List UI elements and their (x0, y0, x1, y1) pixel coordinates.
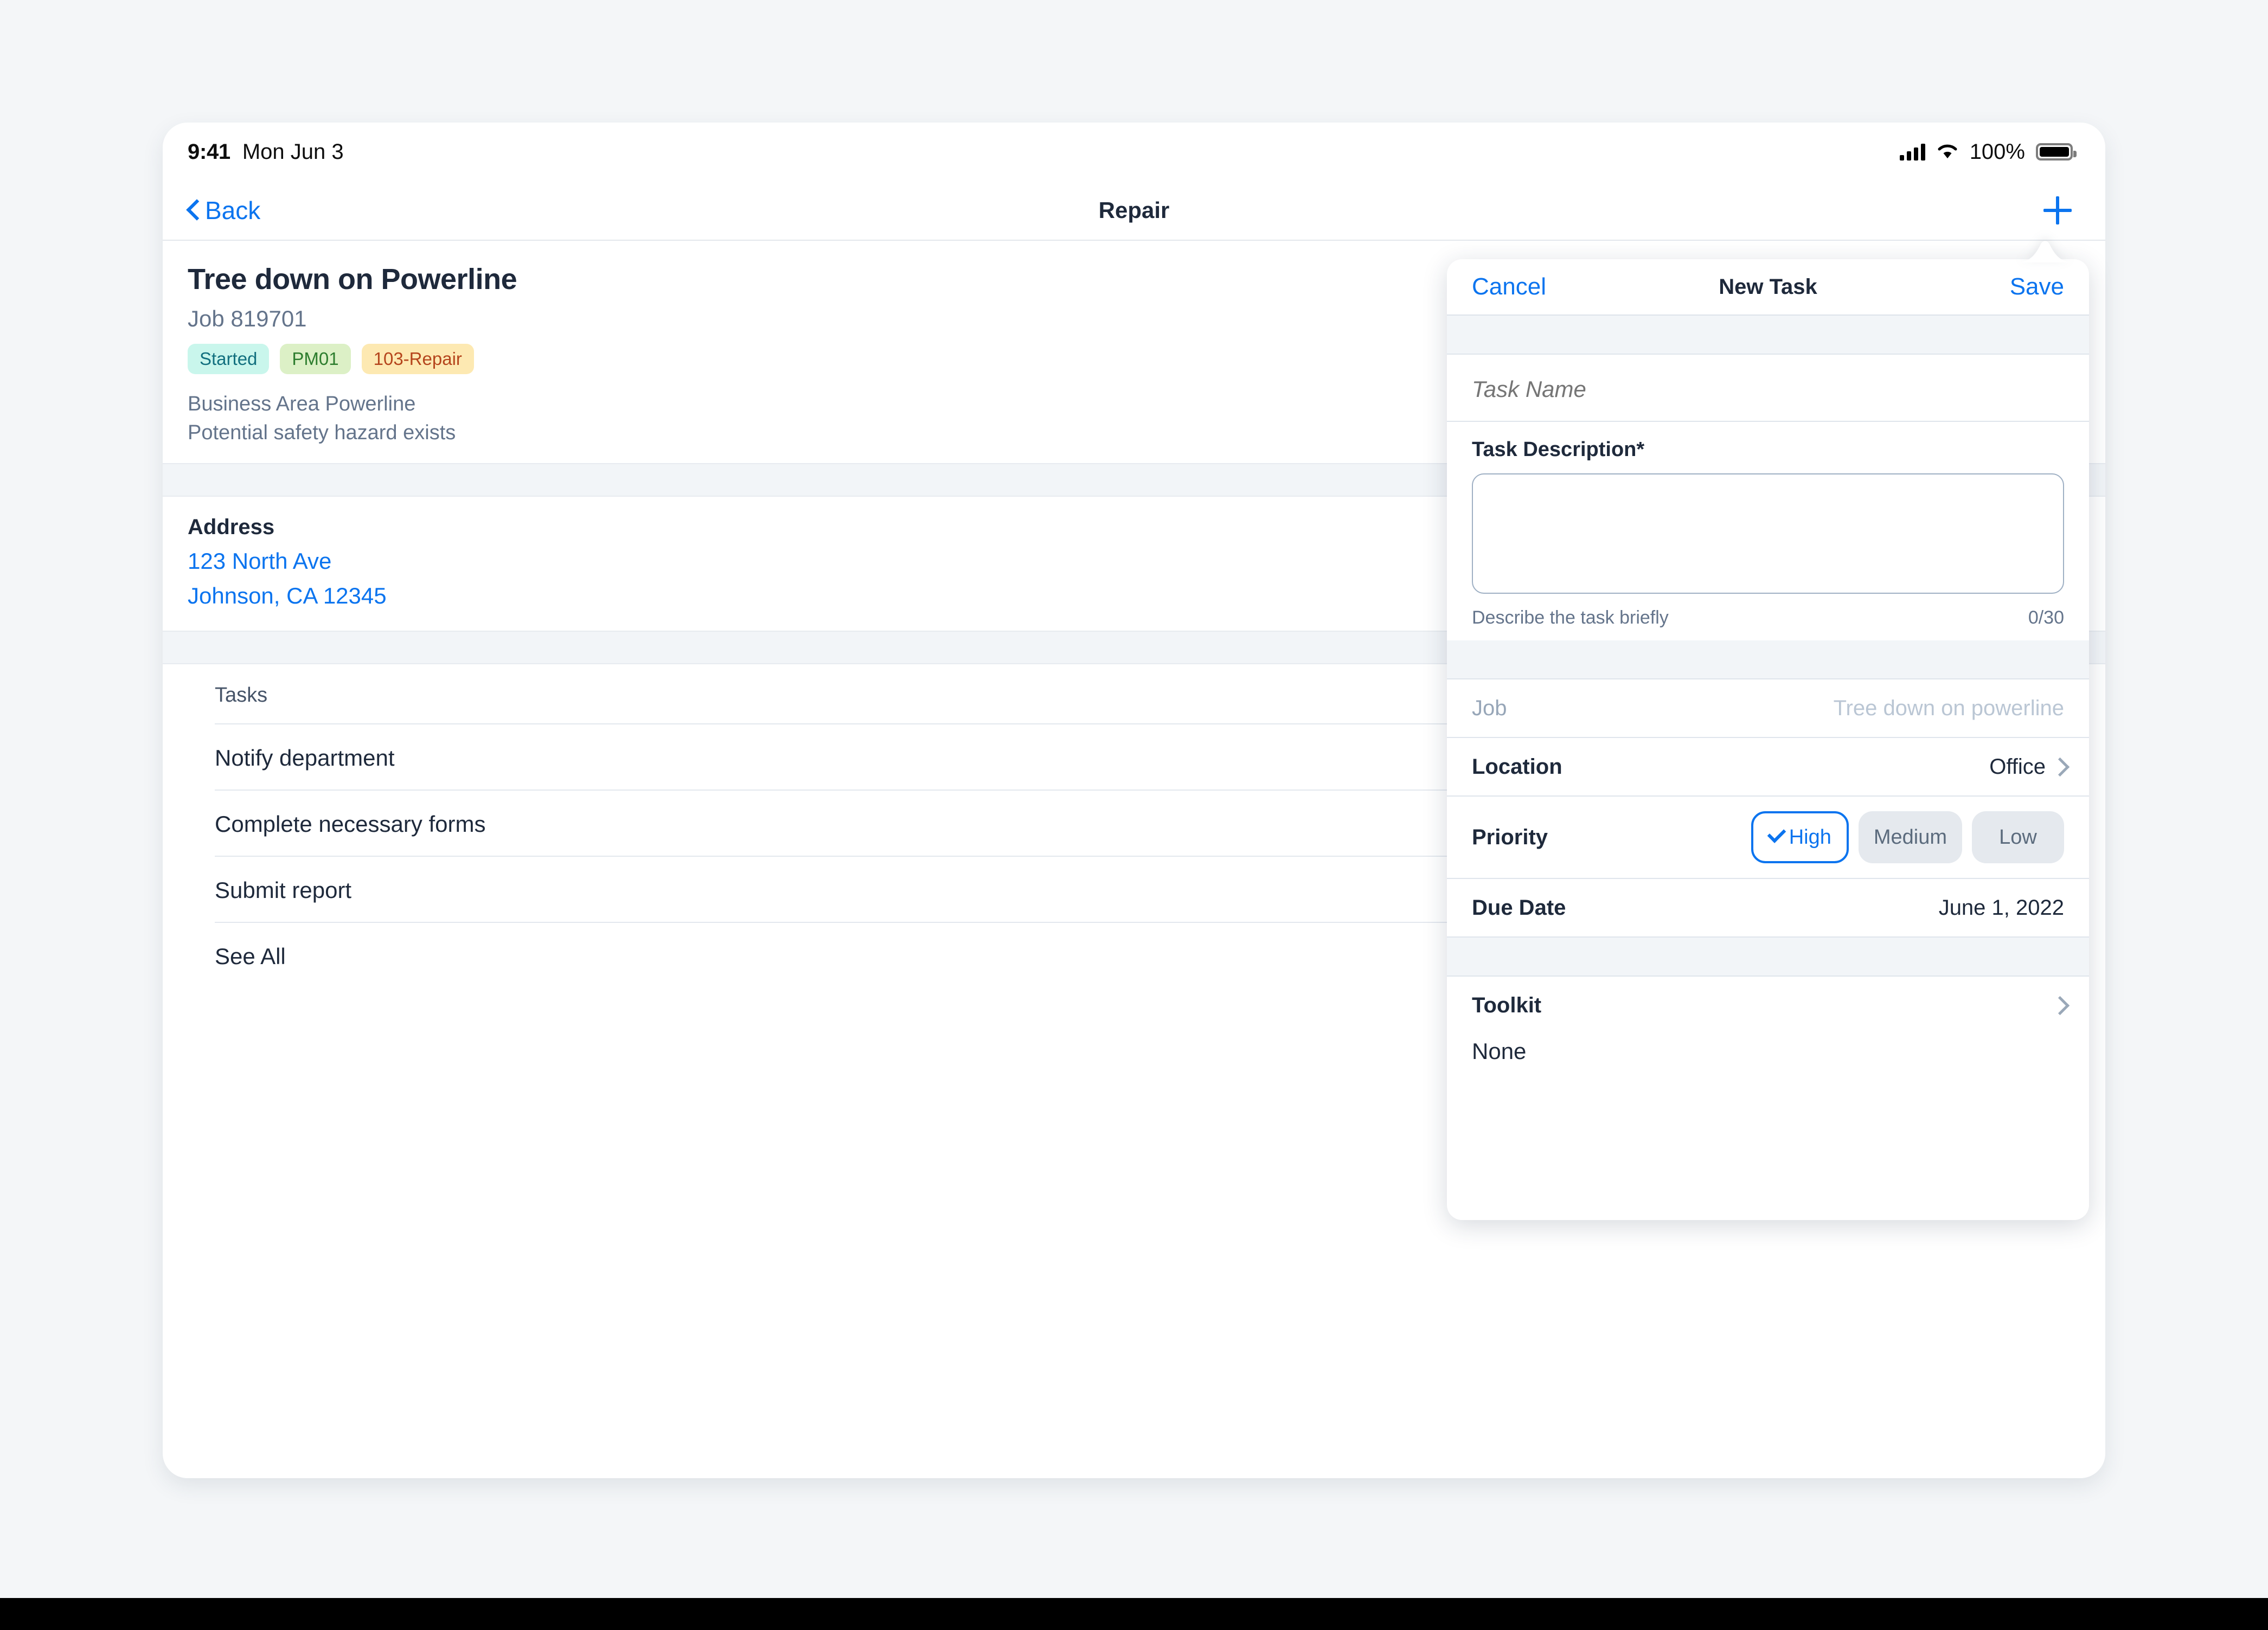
back-button-label: Back (205, 196, 261, 224)
status-date: Mon Jun 3 (242, 139, 344, 164)
task-name-input[interactable] (1472, 376, 2064, 402)
bottom-black-bar (0, 1598, 2268, 1630)
toolkit-row[interactable]: Toolkit (1472, 977, 2064, 1034)
job-row-label: Job (1472, 696, 1507, 720)
toolkit-block: Toolkit None (1447, 977, 2089, 1064)
type-badge: PM01 (280, 344, 351, 374)
priority-label: Priority (1472, 825, 1548, 849)
chevron-right-icon (2054, 997, 2064, 1014)
priority-option-medium[interactable]: Medium (1858, 811, 1962, 863)
priority-option-medium-label: Medium (1873, 825, 1947, 849)
task-description-label: Task Description* (1472, 438, 1645, 461)
description-hint: Describe the task briefly (1472, 607, 1669, 628)
toolkit-value: None (1472, 1038, 1527, 1064)
battery-full-icon (2036, 143, 2077, 161)
popover-divider-3 (1447, 938, 2089, 977)
status-bar-left: 9:41 Mon Jun 3 (188, 140, 344, 164)
popover-divider-1 (1447, 316, 2089, 355)
priority-option-low[interactable]: Low (1972, 811, 2064, 863)
due-date-value: June 1, 2022 (1938, 895, 2064, 920)
check-icon (1769, 833, 1784, 842)
plus-icon[interactable] (2042, 195, 2073, 226)
popover-divider-2 (1447, 640, 2089, 679)
priority-option-high[interactable]: High (1751, 811, 1849, 863)
page-title: Repair (1098, 197, 1170, 223)
task-description-input[interactable] (1472, 473, 2064, 594)
location-row-value: Office (1989, 754, 2046, 779)
back-button[interactable]: Back (188, 196, 260, 225)
due-date-label: Due Date (1472, 895, 1566, 920)
job-row-value: Tree down on powerline (1833, 696, 2064, 720)
battery-percent: 100% (1969, 139, 2025, 164)
task-description-block: Task Description* Describe the task brie… (1447, 422, 2089, 640)
chevron-right-icon (2054, 758, 2064, 775)
new-task-popover: Cancel New Task Save Task Description* D… (1447, 259, 2089, 1220)
cellular-signal-icon (1899, 143, 1925, 161)
due-date-row[interactable]: Due Date June 1, 2022 (1447, 879, 2089, 938)
cancel-button[interactable]: Cancel (1472, 273, 1546, 300)
chevron-left-icon (188, 201, 198, 220)
location-row-right: Office (1989, 755, 2064, 779)
status-bar: 9:41 Mon Jun 3 100% (163, 123, 2105, 181)
priority-option-high-label: High (1789, 825, 1831, 849)
status-badge: Started (188, 344, 270, 374)
wifi-icon (1936, 142, 1959, 162)
navigation-bar: Back Repair (163, 181, 2105, 241)
priority-segmented-control: High Medium Low (1751, 811, 2064, 863)
task-name-row (1447, 355, 2089, 422)
location-row-label: Location (1472, 754, 1562, 779)
save-button[interactable]: Save (2010, 273, 2064, 300)
job-row: Job Tree down on powerline (1447, 679, 2089, 738)
task-description-footer: Describe the task briefly 0/30 (1472, 607, 2064, 628)
status-bar-right: 100% (1899, 139, 2077, 164)
location-row[interactable]: Location Office (1447, 738, 2089, 797)
description-counter: 0/30 (2028, 607, 2064, 628)
popover-header: Cancel New Task Save (1447, 259, 2089, 316)
popover-arrow (2015, 230, 2075, 262)
priority-row: Priority High Medium Low (1447, 797, 2089, 879)
category-badge: 103-Repair (361, 344, 474, 374)
priority-option-low-label: Low (1999, 825, 2037, 849)
status-time: 9:41 (188, 139, 230, 164)
toolkit-label: Toolkit (1472, 993, 1542, 1017)
